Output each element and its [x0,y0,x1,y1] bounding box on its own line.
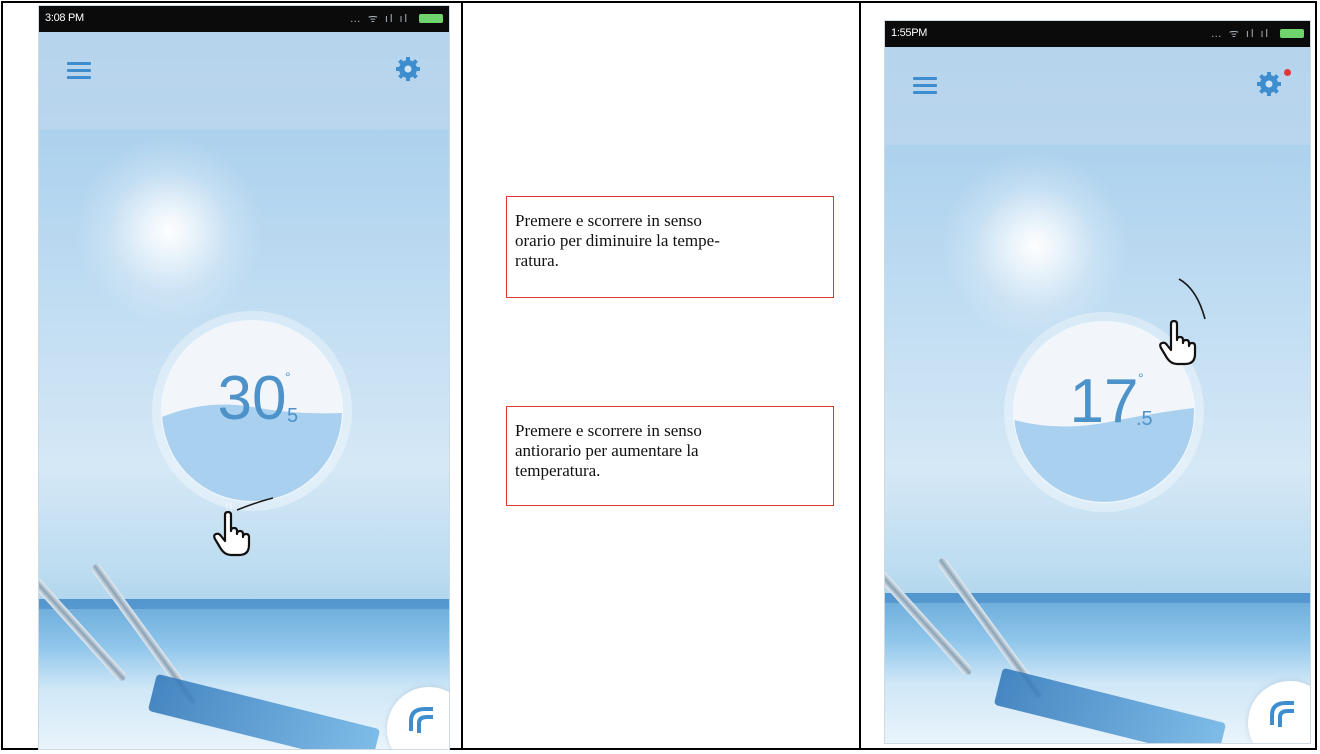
instruction-line: antiorario per aumentare la [515,441,699,460]
menu-icon[interactable] [67,62,91,80]
battery-icon [1280,29,1304,38]
signal-icons: … ᯤ ıl ıl [349,13,409,25]
temperature-integer: 17 [1069,367,1139,436]
heat-pump-icon [409,707,433,733]
instruction-line: Premere e scorrere in senso [515,211,702,230]
notification-dot [1284,69,1291,76]
temperature-readout: 17 ° .5 [1014,366,1194,437]
table-divider-right [859,1,861,750]
pool-step [147,673,381,749]
gear-icon[interactable] [1256,71,1282,97]
temperature-readout: 30 ° 5 [162,363,342,434]
instruction-clockwise: Premere e scorrere in senso orario per d… [506,196,834,298]
pool-background [885,556,1310,743]
app-bar [885,47,1310,145]
degree-symbol: ° [285,369,291,385]
gear-icon[interactable] [395,56,421,82]
temperature-decimal: .5 [1136,408,1153,430]
menu-icon[interactable] [913,77,937,95]
temperature-dial[interactable]: 30 ° 5 [162,321,342,501]
hand-pointer-icon [1159,320,1197,366]
instruction-counterclockwise: Premere e scorrere in senso antiorario p… [506,406,834,506]
status-time: 1:55PM [891,27,928,39]
degree-symbol: ° [1138,370,1144,386]
heat-pump-icon [1270,701,1294,727]
pool-step [993,667,1227,743]
page: 3:08 PM … ᯤ ıl ıl 30 ° 5 Premere e scorr… [0,0,1320,754]
status-bar: 3:08 PM … ᯤ ıl ıl [39,6,449,32]
instruction-line: orario per diminuire la tempe- [515,231,720,250]
temperature-integer: 30 [217,364,287,433]
table-divider-left [461,1,463,750]
hand-pointer-icon [213,511,251,557]
instruction-line: ratura. [515,251,559,270]
instruction-line: temperatura. [515,461,601,480]
instruction-line: Premere e scorrere in senso [515,421,702,440]
status-bar: 1:55PM … ᯤ ıl ıl [885,21,1310,47]
app-bar [39,32,449,130]
battery-icon [419,14,443,23]
phone-screenshot-left: 3:08 PM … ᯤ ıl ıl 30 ° 5 [39,6,449,749]
status-time: 3:08 PM [45,12,84,24]
phone-screenshot-right: 1:55PM … ᯤ ıl ıl 17 ° .5 [885,21,1310,743]
sun-glare [74,136,264,326]
temperature-decimal: 5 [287,405,299,427]
signal-icons: … ᯤ ıl ıl [1210,28,1270,40]
